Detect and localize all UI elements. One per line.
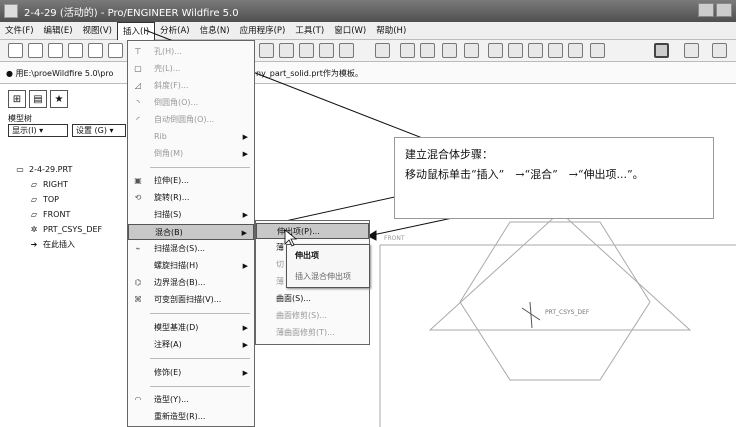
- menu-item-label: 混合(B): [155, 228, 183, 237]
- menu-item-restyle[interactable]: 重新造型(R)...: [128, 409, 254, 425]
- menu-item-label: 壳(L)...: [154, 64, 181, 73]
- menu-item-round[interactable]: ◝ 倒圆角(O)...: [128, 95, 254, 111]
- csys-label: PRT_CSYS_DEF: [545, 309, 590, 316]
- auto-round-icon: ◜: [136, 115, 140, 124]
- tooltip-description: 插入混合伸出项: [295, 272, 351, 281]
- menu-item-label: 重新造型(R)...: [154, 412, 206, 421]
- menu-item-label: 螺旋扫描(H): [154, 261, 199, 270]
- menu-item-swept-blend[interactable]: ⌁ 扫描混合(S)...: [128, 241, 254, 257]
- revolve-icon: ⟲: [134, 193, 142, 202]
- submenu-arrow-icon: ▶: [241, 229, 247, 237]
- menu-item-blend[interactable]: 混合(B) ▶: [128, 224, 254, 240]
- menu-item-thin-surface-trim[interactable]: 薄曲面修剪(T)...: [256, 325, 369, 341]
- menu-item-label: 修饰(E): [154, 368, 182, 377]
- submenu-arrow-icon: ▶: [242, 262, 248, 270]
- submenu-arrow-icon: ▶: [242, 133, 248, 141]
- menu-separator: [150, 167, 250, 168]
- menu-item-shell[interactable]: ▢ 壳(L)...: [128, 61, 254, 77]
- menu-item-label: 造型(Y)...: [154, 395, 189, 404]
- instruction-title: 建立混合体步骤：: [405, 148, 493, 161]
- menu-item-boundary-blend[interactable]: ⌬ 边界混合(B)...: [128, 275, 254, 291]
- draft-icon: ◿: [134, 81, 142, 90]
- submenu-arrow-icon: ▶: [242, 150, 248, 158]
- menu-item-variable-section-sweep[interactable]: ⌘ 可变剖面扫描(V)...: [128, 292, 254, 308]
- hexagon-sketch: [459, 221, 651, 381]
- menu-item-style[interactable]: ◠ 造型(Y)...: [128, 392, 254, 408]
- menu-item-label: 边界混合(B)...: [154, 278, 206, 287]
- menu-item-chamfer[interactable]: 倒角(M) ▶: [128, 146, 254, 162]
- menu-item-label: 扫描混合(S)...: [154, 244, 205, 253]
- menu-item-sweep[interactable]: 扫描(S) ▶: [128, 207, 254, 223]
- submenu-arrow-icon: ▶: [242, 324, 248, 332]
- front-plane-label: FRONT: [384, 235, 405, 242]
- menu-item-label: 模型基准(D): [154, 323, 199, 332]
- submenu-arrow-icon: ▶: [242, 341, 248, 349]
- menu-item-surface-trim[interactable]: 曲面修剪(S)...: [256, 308, 369, 324]
- variable-sweep-icon: ⌘: [134, 295, 142, 304]
- menu-item-label: 斜度(F)...: [154, 81, 189, 90]
- menu-item-surface[interactable]: 曲面(S)...: [256, 291, 369, 307]
- menu-item-label: 可变剖面扫描(V)...: [154, 295, 222, 304]
- menu-item-draft[interactable]: ◿ 斜度(F)...: [128, 78, 254, 94]
- menu-item-label: 拉伸(E)...: [154, 176, 189, 185]
- instruction-callout: 建立混合体步骤： 移动鼠标单击“插入” →“混合” →“伸出项...”。: [394, 137, 714, 219]
- menu-item-label: 扫描(S): [154, 210, 182, 219]
- tooltip-title: 伸出项: [295, 251, 319, 260]
- menu-item-label: Rib: [154, 132, 167, 141]
- menu-item-revolve[interactable]: ⟲ 旋转(R)...: [128, 190, 254, 206]
- swept-blend-icon: ⌁: [135, 244, 141, 253]
- menu-item-hole[interactable]: ⊤ 孔(H)...: [128, 44, 254, 60]
- instruction-text: 移动鼠标单击“插入” →“混合” →“伸出项...”。: [405, 168, 644, 181]
- round-icon: ◝: [136, 98, 140, 107]
- menu-item-label: 倒角(M): [154, 149, 184, 158]
- menu-separator: [150, 358, 250, 359]
- tooltip: 伸出项 插入混合伸出项: [286, 244, 370, 288]
- menu-item-model-datum[interactable]: 模型基准(D) ▶: [128, 320, 254, 336]
- boundary-blend-icon: ⌬: [134, 278, 142, 287]
- menu-item-cosmetic[interactable]: 修饰(E) ▶: [128, 365, 254, 381]
- menu-item-label: 倒圆角(O)...: [154, 98, 199, 107]
- submenu-arrow-icon: ▶: [242, 369, 248, 377]
- menu-item-helical-sweep[interactable]: 螺旋扫描(H) ▶: [128, 258, 254, 274]
- menu-item-label: 自动倒圆角(O)...: [154, 115, 215, 124]
- shell-icon: ▢: [134, 64, 142, 73]
- menu-item-protrusion[interactable]: 伸出项(P)...: [256, 223, 369, 239]
- menu-separator: [150, 386, 250, 387]
- menu-item-label: 旋转(R)...: [154, 193, 190, 202]
- menu-item-extrude[interactable]: ▣ 拉伸(E)...: [128, 173, 254, 189]
- insert-menu: ⊤ 孔(H)... ▢ 壳(L)... ◿ 斜度(F)... ◝ 倒圆角(O)... ◜…: [127, 40, 255, 427]
- hole-icon: ⊤: [134, 47, 142, 56]
- menu-separator: [150, 313, 250, 314]
- menu-item-rib[interactable]: Rib ▶: [128, 129, 254, 145]
- menu-item-auto-round[interactable]: ◜ 自动倒圆角(O)...: [128, 112, 254, 128]
- menu-item-label: 孔(H)...: [154, 47, 182, 56]
- style-icon: ◠: [134, 395, 142, 404]
- menu-item-label: 注释(A): [154, 340, 182, 349]
- extrude-icon: ▣: [134, 176, 142, 185]
- menu-item-annotation[interactable]: 注释(A) ▶: [128, 337, 254, 353]
- submenu-arrow-icon: ▶: [242, 211, 248, 219]
